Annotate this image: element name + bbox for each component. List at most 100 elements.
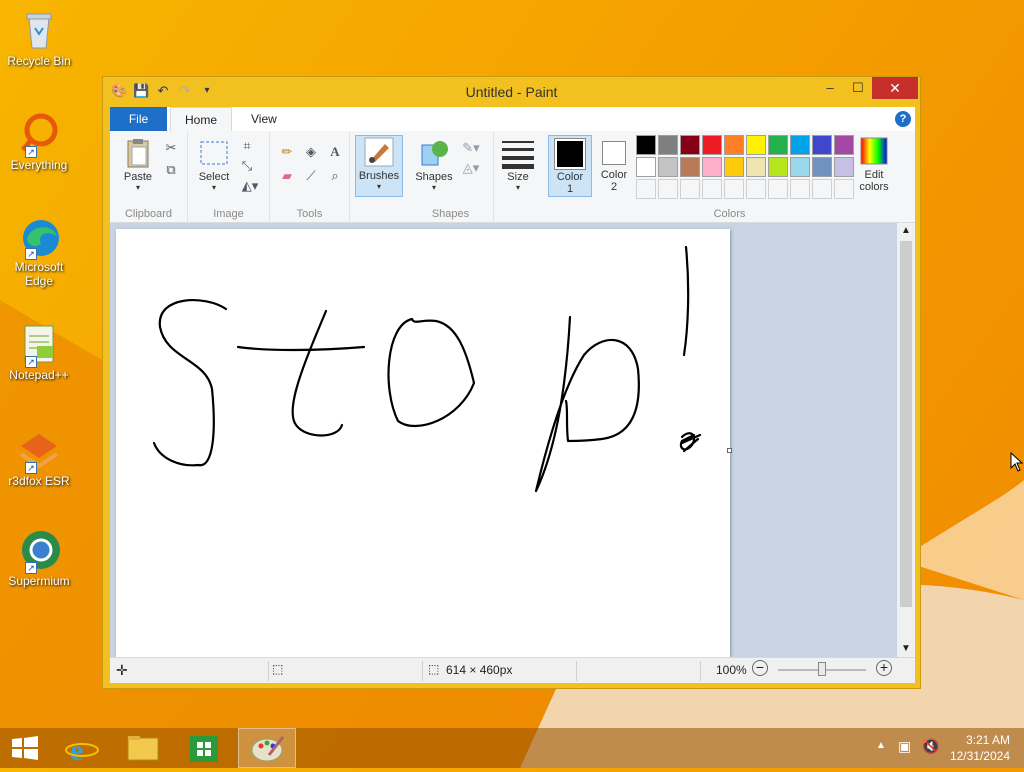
color-swatch[interactable] — [724, 135, 744, 155]
color1-button[interactable]: Color 1 — [548, 135, 592, 197]
tab-view[interactable]: View — [237, 107, 291, 131]
window-title: Untitled - Paint — [465, 84, 558, 100]
resize-icon[interactable]: ⤡ — [238, 157, 256, 175]
tab-file[interactable]: File — [110, 107, 167, 131]
custom-color-slot[interactable] — [768, 179, 788, 199]
custom-color-slot[interactable] — [636, 179, 656, 199]
color-swatch[interactable] — [680, 157, 700, 177]
clipboard-group: Paste ▾ ✂ ⧉ Clipboard — [110, 131, 188, 223]
start-button[interactable] — [0, 728, 56, 768]
outline-icon[interactable]: ✎▾ — [458, 139, 484, 157]
scrollbar-thumb[interactable] — [900, 241, 912, 607]
rotate-icon[interactable]: ◭▾ — [238, 177, 262, 195]
scroll-down-icon[interactable]: ▼ — [897, 641, 915, 657]
vertical-scrollbar[interactable]: ▲ ▼ — [897, 223, 915, 657]
paint-window: 🎨 💾 ↶ ↷ ▾ Untitled - Paint – ☐ ✕ File Ho… — [102, 76, 921, 689]
text-icon[interactable]: A — [326, 143, 344, 161]
desktop-icon-recycle-bin[interactable]: Recycle Bin — [4, 8, 74, 68]
paste-button[interactable]: Paste ▾ — [116, 137, 160, 192]
color-swatch[interactable] — [812, 135, 832, 155]
color-picker-icon[interactable]: ⟋ — [302, 167, 320, 185]
custom-color-slot[interactable] — [834, 179, 854, 199]
volume-muted-icon[interactable]: 🔇 — [922, 738, 939, 755]
size-button[interactable]: Size ▾ — [498, 137, 538, 192]
color-swatch[interactable] — [834, 157, 854, 177]
select-button[interactable]: Select ▾ — [194, 137, 234, 192]
eraser-icon[interactable]: ▰ — [278, 167, 296, 185]
color-swatch[interactable] — [702, 135, 722, 155]
shapes-label: Shapes — [415, 171, 453, 183]
color1-number: 1 — [566, 183, 574, 195]
fill-icon[interactable]: ◈ — [302, 143, 320, 161]
custom-color-slot[interactable] — [702, 179, 722, 199]
cut-icon[interactable]: ✂ — [162, 139, 180, 157]
fill-shape-icon[interactable]: ◬▾ — [458, 159, 484, 177]
size-group: Size ▾ — [494, 131, 544, 223]
color-swatch[interactable] — [768, 135, 788, 155]
desktop-icon-r3dfox[interactable]: ↗ r3dfox ESR — [4, 428, 74, 488]
custom-color-slot[interactable] — [812, 179, 832, 199]
color-swatch[interactable] — [658, 157, 678, 177]
color-swatch[interactable] — [812, 157, 832, 177]
drawing-canvas[interactable] — [116, 229, 730, 657]
color-swatch[interactable] — [746, 157, 766, 177]
help-icon[interactable]: ? — [895, 111, 911, 127]
scroll-up-icon[interactable]: ▲ — [897, 223, 915, 239]
title-bar[interactable]: 🎨 💾 ↶ ↷ ▾ Untitled - Paint – ☐ ✕ — [103, 77, 920, 107]
desktop-icon-edge[interactable]: ↗ Microsoft Edge — [4, 214, 74, 288]
magnifier-icon[interactable]: ⌕ — [326, 167, 344, 185]
copy-icon[interactable]: ⧉ — [162, 161, 180, 179]
canvas-workspace[interactable] — [110, 223, 897, 657]
color-swatch[interactable] — [724, 157, 744, 177]
color-swatch[interactable] — [658, 135, 678, 155]
zoom-in-icon[interactable]: + — [876, 660, 892, 676]
system-clock[interactable]: 3:21 AM 12/31/2024 — [950, 732, 1010, 764]
canvas-resize-handle[interactable] — [727, 448, 732, 453]
taskbar-paint[interactable] — [238, 728, 296, 768]
color-swatch[interactable] — [768, 157, 788, 177]
color-swatch[interactable] — [702, 157, 722, 177]
crop-icon[interactable]: ⌗ — [238, 137, 256, 155]
pencil-icon[interactable]: ✏ — [278, 143, 296, 161]
tab-home[interactable]: Home — [170, 107, 233, 131]
color-swatch[interactable] — [834, 135, 854, 155]
desktop-icon-notepadpp[interactable]: ↗ Notepad++ — [4, 322, 74, 382]
desktop-icon-everything[interactable]: ↗ Everything — [4, 112, 74, 172]
custom-color-slot[interactable] — [724, 179, 744, 199]
r3dfox-icon: ↗ — [17, 428, 61, 474]
color-swatch[interactable] — [746, 135, 766, 155]
color-swatch[interactable] — [636, 135, 656, 155]
edit-colors-button[interactable]: Edit colors — [854, 135, 894, 193]
color1-label: Color — [556, 171, 584, 183]
zoom-slider-thumb[interactable] — [818, 662, 826, 676]
zoom-out-icon[interactable]: − — [752, 660, 768, 676]
color-swatch[interactable] — [680, 135, 700, 155]
desktop-icon-label: Everything — [10, 158, 68, 172]
shapes-group-label: Shapes — [431, 208, 470, 220]
show-hidden-icons[interactable]: ▲ — [876, 740, 886, 751]
shortcut-arrow-icon: ↗ — [25, 356, 37, 368]
color-swatch[interactable] — [790, 157, 810, 177]
network-icon[interactable]: ▣ — [898, 738, 911, 755]
color-swatch[interactable] — [636, 157, 656, 177]
taskbar-store[interactable] — [178, 728, 234, 768]
custom-color-slot[interactable] — [658, 179, 678, 199]
clipboard-group-label: Clipboard — [124, 208, 173, 220]
notepadpp-icon: ↗ — [17, 322, 61, 368]
select-icon — [198, 137, 230, 169]
color-swatch[interactable] — [790, 135, 810, 155]
brushes-button[interactable]: Brushes ▾ — [355, 135, 403, 197]
maximize-button[interactable]: ☐ — [844, 77, 872, 99]
shapes-button[interactable]: Shapes ▾ — [414, 137, 454, 192]
desktop-icon-supermium[interactable]: ↗ Supermium — [4, 528, 74, 588]
minimize-button[interactable]: – — [816, 77, 844, 99]
taskbar-ie[interactable]: e — [56, 728, 112, 768]
image-size-text: 614 × 460px — [446, 663, 513, 677]
close-button[interactable]: ✕ — [872, 77, 918, 99]
image-size-icon: ⬚ — [428, 662, 440, 676]
color2-button[interactable]: Color 2 — [594, 135, 634, 197]
custom-color-slot[interactable] — [680, 179, 700, 199]
custom-color-slot[interactable] — [746, 179, 766, 199]
custom-color-slot[interactable] — [790, 179, 810, 199]
taskbar-file-explorer[interactable] — [116, 728, 172, 768]
